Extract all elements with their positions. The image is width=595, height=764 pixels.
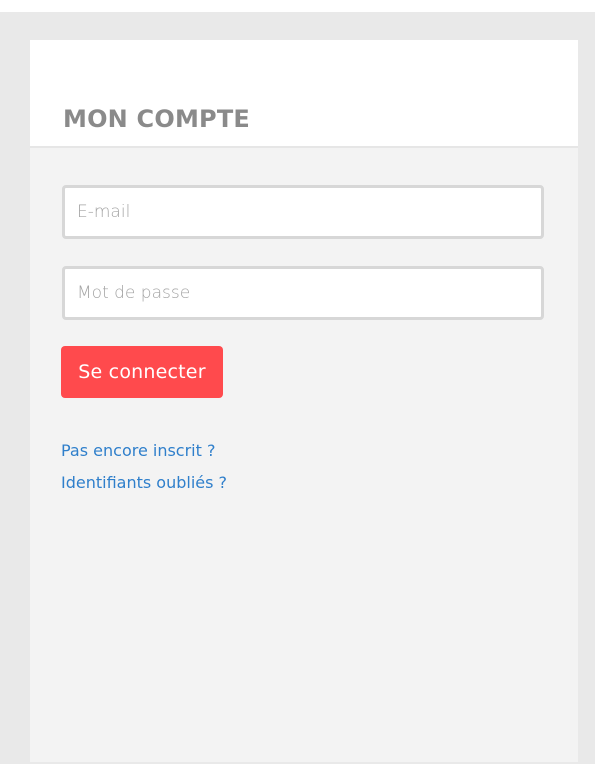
page-title: MON COMPTE [63, 105, 250, 133]
account-card: MON COMPTE Se connecter Pas encore inscr… [30, 40, 578, 762]
password-field[interactable] [62, 266, 544, 320]
email-field[interactable] [62, 185, 544, 239]
login-button[interactable]: Se connecter [61, 346, 223, 398]
outer-frame: MON COMPTE Se connecter Pas encore inscr… [0, 12, 595, 764]
forgot-credentials-link[interactable]: Identifiants oubliés ? [61, 473, 227, 493]
card-header: MON COMPTE [30, 40, 578, 148]
register-link[interactable]: Pas encore inscrit ? [61, 441, 215, 461]
